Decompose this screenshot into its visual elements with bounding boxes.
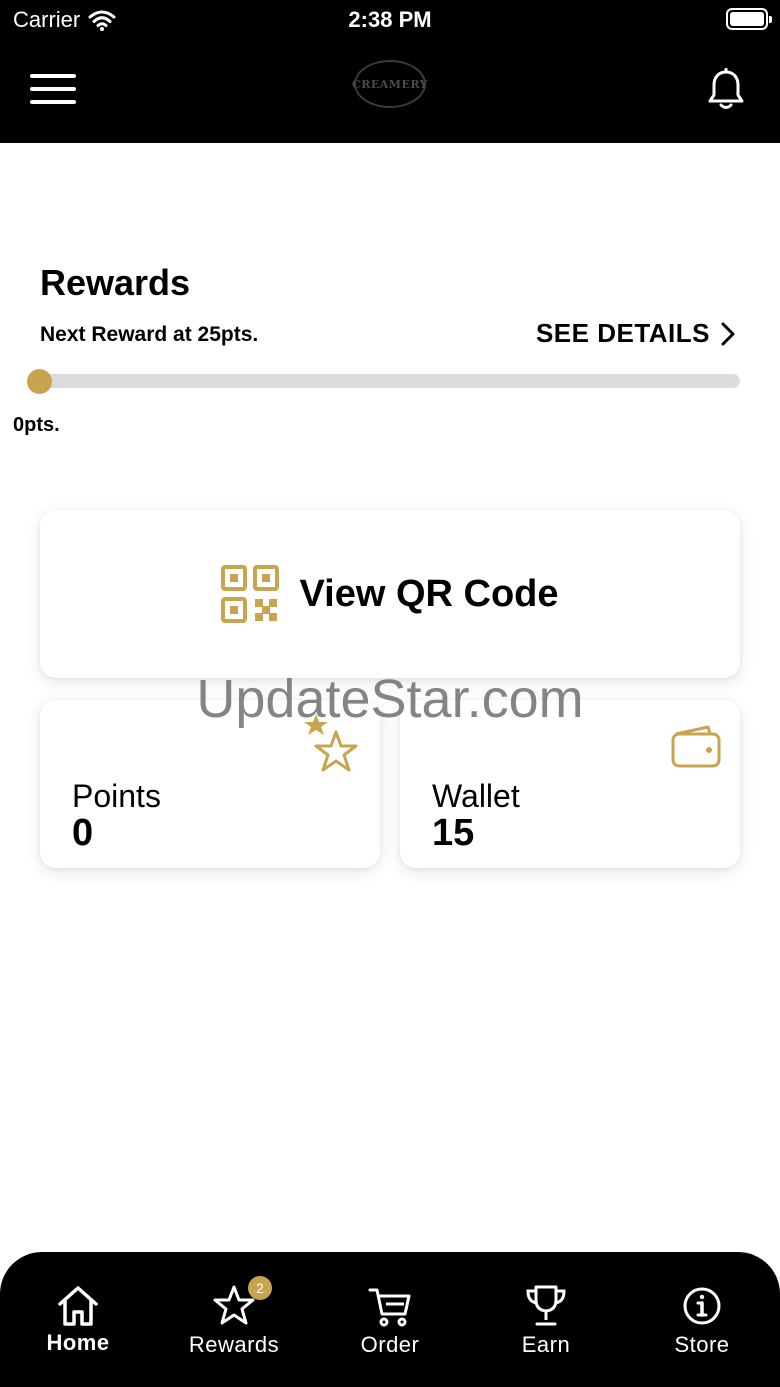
points-value: 0 (72, 812, 94, 854)
stars-icon (304, 714, 358, 772)
nav-rewards-label: Rewards (188, 1332, 280, 1357)
top-bar: Carrier 2:38 PM CREAMERY (0, 0, 780, 143)
logo-text: CREAMERY (351, 77, 429, 91)
notification-bell-icon[interactable] (706, 68, 746, 112)
battery-icon (726, 8, 772, 30)
see-details-label: SEE DETAILS (535, 318, 710, 348)
rewards-title: Rewards (40, 262, 191, 303)
wallet-value: 15 (432, 812, 475, 854)
creamery-logo: CREAMERY (351, 60, 429, 108)
nav-store[interactable]: Store (624, 1252, 780, 1387)
home-icon (58, 1286, 98, 1326)
view-qr-code-button[interactable]: View QR Code (40, 510, 740, 678)
qr-code-icon (221, 565, 280, 623)
nav-earn[interactable]: Earn (468, 1252, 624, 1387)
cart-icon (368, 1288, 411, 1327)
trophy-icon (526, 1285, 566, 1326)
next-reward-text: Next Reward at 25pts. (40, 323, 259, 346)
menu-line-icon (30, 87, 76, 91)
view-qr-code-label: View QR Code (299, 572, 559, 615)
rewards-badge: 2 (248, 1276, 272, 1300)
info-icon (683, 1287, 721, 1325)
wallet-card[interactable]: Wallet 15 (400, 700, 740, 868)
nav-order-label: Order (360, 1332, 420, 1357)
wallet-label: Wallet (432, 778, 520, 814)
menu-line-icon (30, 100, 76, 104)
rewards-progress-knob (27, 369, 52, 394)
nav-order[interactable]: Order (312, 1252, 468, 1387)
see-details-link[interactable]: SEE DETAILS (536, 318, 736, 349)
status-time: 2:38 PM (348, 7, 432, 32)
hamburger-menu-button[interactable] (30, 74, 76, 108)
points-card[interactable]: Points 0 (40, 700, 380, 868)
wallet-icon (671, 725, 721, 768)
nav-earn-label: Earn (521, 1332, 571, 1357)
nav-store-label: Store (674, 1332, 730, 1357)
nav-home[interactable]: Home (0, 1252, 156, 1387)
chevron-right-icon (721, 322, 735, 345)
menu-line-icon (30, 74, 76, 78)
nav-rewards[interactable]: 2 Rewards (156, 1252, 312, 1387)
rewards-progress-bar (28, 374, 740, 388)
bottom-navigation: Home 2 Rewards Order Earn Store (0, 1252, 780, 1387)
status-bar: Carrier 2:38 PM (0, 0, 780, 40)
nav-home-label: Home (46, 1330, 110, 1355)
points-label: Points (72, 778, 161, 814)
current-points-label: 0pts. (13, 414, 60, 436)
